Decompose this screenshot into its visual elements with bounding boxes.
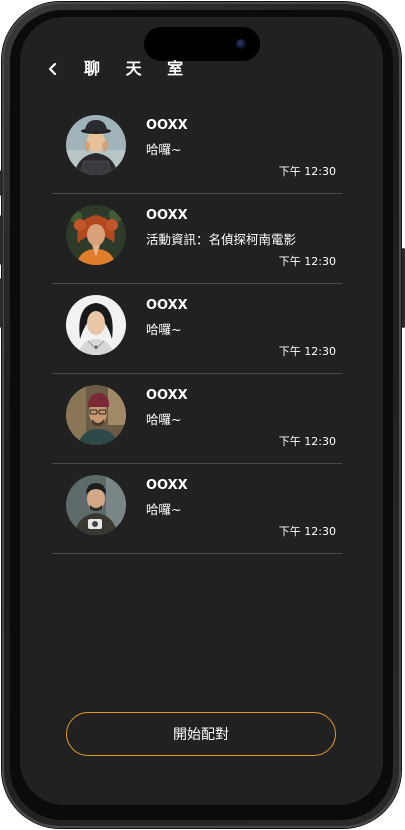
chat-message-preview: 哈囉~ (146, 322, 182, 337)
page-title: 聊 天 室 (84, 59, 194, 78)
chat-timestamp: 下午 12:30 (278, 435, 336, 448)
chat-message-preview: 哈囉~ (146, 412, 182, 427)
chat-name: OOXX (146, 208, 188, 223)
chat-list-item[interactable]: OOXX 哈囉~ 下午 12:30 (52, 464, 342, 554)
dynamic-island (144, 27, 260, 61)
avatar (66, 475, 126, 535)
avatar (66, 385, 126, 445)
chat-list-item[interactable]: OOXX 哈囉~ 下午 12:30 (52, 104, 342, 194)
camera-icon (236, 39, 246, 49)
avatar (66, 205, 126, 265)
chat-list: OOXX 哈囉~ 下午 12:30 OOXX 活動資訊：名偵探柯南電影 下午 1… (52, 104, 342, 554)
chat-timestamp: 下午 12:30 (278, 345, 336, 358)
chat-list-item[interactable]: OOXX 哈囉~ 下午 12:30 (52, 374, 342, 464)
phone-volume-down (0, 278, 3, 328)
chat-timestamp: 下午 12:30 (278, 525, 336, 538)
chat-list-item[interactable]: OOXX 活動資訊：名偵探柯南電影 下午 12:30 (52, 194, 342, 284)
chat-message-preview: 哈囉~ (146, 502, 182, 517)
start-matching-button[interactable]: 開始配對 (66, 712, 336, 756)
header: 聊 天 室 (20, 57, 383, 83)
avatar (66, 295, 126, 355)
chat-timestamp: 下午 12:30 (278, 255, 336, 268)
app-screen: 聊 天 室 OOXX 哈囉~ 下午 12:30 OOXX 活動資訊：名偵探柯南電… (20, 17, 383, 805)
chat-name: OOXX (146, 118, 188, 133)
phone-volume-up (0, 215, 3, 265)
chevron-left-icon (48, 62, 57, 76)
chat-list-item[interactable]: OOXX 哈囉~ 下午 12:30 (52, 284, 342, 374)
chat-timestamp: 下午 12:30 (278, 165, 336, 178)
chat-name: OOXX (146, 388, 188, 403)
chat-message-preview: 活動資訊：名偵探柯南電影 (146, 232, 297, 247)
back-button[interactable] (42, 58, 64, 80)
avatar (66, 115, 126, 175)
chat-name: OOXX (146, 298, 188, 313)
phone-side-button (0, 170, 3, 196)
chat-name: OOXX (146, 478, 188, 493)
chat-message-preview: 哈囉~ (146, 142, 182, 157)
